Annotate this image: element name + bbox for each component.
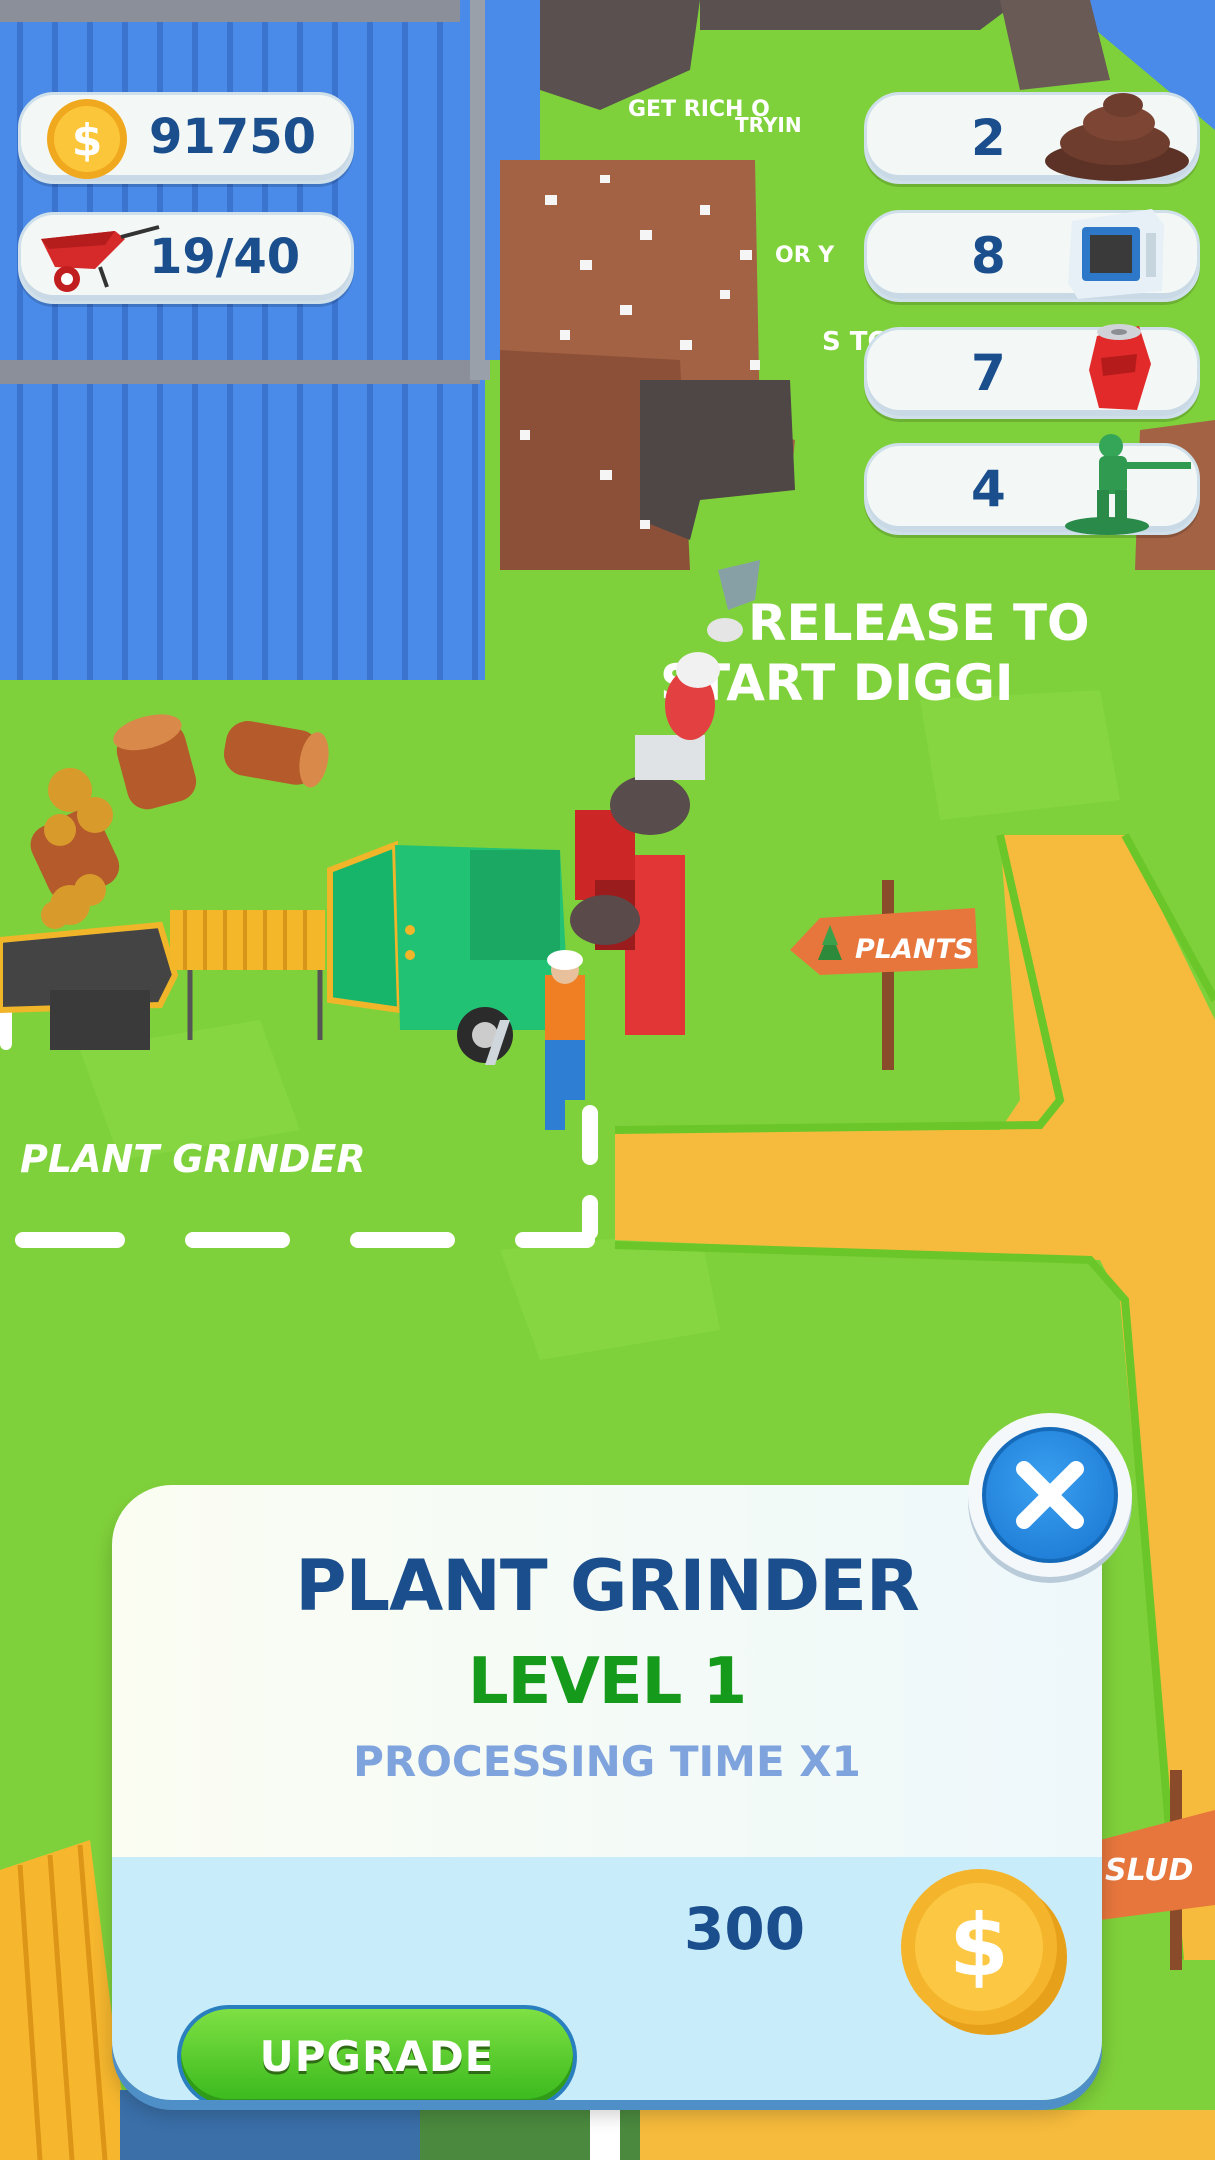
release-text-line1: RELEASE TO [748, 594, 1090, 652]
toy-soldier-icon [1065, 434, 1191, 535]
svg-text:$: $ [949, 1896, 1009, 1996]
cart-capacity-value: 19/40 [149, 229, 301, 285]
inventory-count: 8 [971, 227, 1006, 285]
cart-capacity-counter: 19/40 [18, 212, 354, 304]
dollar-coin-icon: $ [901, 1869, 1067, 2035]
svg-text:$: $ [72, 115, 103, 166]
inventory-slot-can: 7 [864, 324, 1200, 419]
inventory-count: 2 [971, 109, 1006, 167]
close-button-inner [982, 1427, 1118, 1563]
upgrade-button-label: UPGRADE [259, 2032, 495, 2081]
inventory-slot-microwave: 8 [864, 209, 1200, 302]
inventory-count: 4 [971, 460, 1006, 518]
close-button[interactable] [968, 1413, 1132, 1577]
wheelbarrow-icon [41, 225, 160, 292]
upgrade-price: 300 [684, 1895, 806, 1963]
lane-mark-bottom [590, 2100, 620, 2160]
inventory-slot-toy-soldier: 4 [864, 434, 1200, 535]
close-x-icon [1016, 1461, 1084, 1529]
inventory-count: 7 [971, 344, 1006, 402]
microwave-icon [1068, 209, 1164, 299]
floor-text-top-1b: TRYIN [735, 113, 802, 137]
coin-counter: $ 91750 [18, 92, 354, 184]
road-bottom [640, 2110, 1215, 2160]
panel-level: LEVEL 1 [467, 1645, 747, 1719]
plants-sign-label: PLANTS [855, 934, 973, 965]
dollar-coin-icon: $ [47, 99, 127, 179]
coin-amount: 91750 [149, 109, 316, 165]
upgrade-button[interactable]: UPGRADE [177, 2005, 577, 2100]
floor-text-top-2: OR Y [775, 243, 835, 268]
soda-can-icon [1089, 324, 1151, 410]
dirt-pile-icon [1045, 93, 1189, 181]
panel-title: PLANT GRINDER [295, 1545, 920, 1627]
upgrade-panel: PLANT GRINDER LEVEL 1 PROCESSING TIME X1… [112, 1485, 1102, 2100]
inventory-slot-dirt: 2 [864, 92, 1200, 184]
panel-subtitle: PROCESSING TIME X1 [353, 1737, 861, 1786]
sludge-sign-label: SLUD [1105, 1853, 1193, 1888]
plant-grinder-floor-label: PLANT GRINDER [20, 1137, 366, 1181]
dirt-block-top [700, 0, 1020, 30]
